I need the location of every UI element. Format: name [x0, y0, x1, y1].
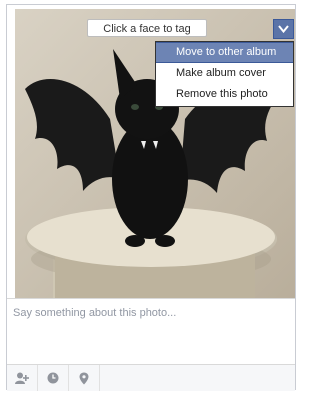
photo-upload-card: Click a face to tag Move to other album …: [6, 4, 296, 391]
photo-toolbar: [7, 364, 295, 391]
menu-item-make-album-cover[interactable]: Make album cover: [156, 63, 293, 84]
tag-face-prompt[interactable]: Click a face to tag: [87, 19, 207, 37]
menu-item-move-to-other-album[interactable]: Move to other album: [156, 42, 293, 63]
tag-person-button[interactable]: [7, 365, 38, 391]
add-date-button[interactable]: [38, 365, 69, 391]
photo-options-menu: Move to other album Make album cover Rem…: [155, 41, 294, 107]
add-location-button[interactable]: [69, 365, 100, 391]
photo-options-button[interactable]: [273, 19, 294, 39]
clock-icon: [47, 372, 59, 384]
chevron-down-icon: [278, 25, 289, 33]
location-pin-icon: [79, 372, 89, 384]
menu-item-remove-photo[interactable]: Remove this photo: [156, 84, 293, 105]
tag-person-icon: [15, 372, 29, 384]
caption-input[interactable]: Say something about this photo...: [7, 298, 295, 364]
